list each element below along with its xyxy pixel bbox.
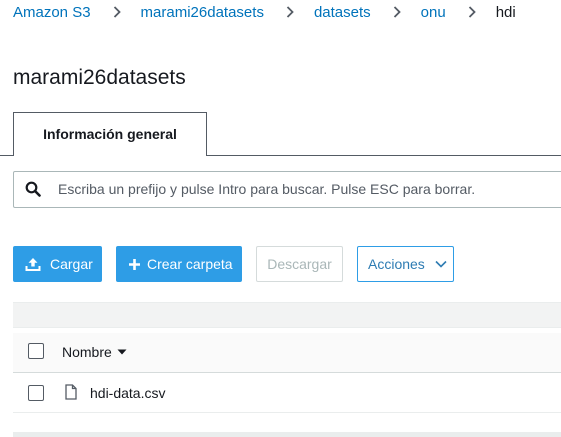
create-folder-button-label: Crear carpeta — [147, 256, 233, 272]
page-title: marami26datasets — [13, 66, 186, 89]
upload-icon — [25, 256, 41, 272]
chevron-right-icon — [393, 6, 401, 18]
file-name-link[interactable]: hdi-data.csv — [90, 385, 165, 401]
table-toolbar-band — [13, 302, 561, 328]
file-icon — [65, 384, 77, 400]
breadcrumb-link-datasets[interactable]: datasets — [314, 4, 371, 21]
chevron-right-icon — [113, 6, 121, 18]
breadcrumb-current: hdi — [495, 3, 516, 21]
breadcrumb: Amazon S3 marami26datasets datasets onu … — [13, 2, 516, 22]
create-folder-button[interactable]: Crear carpeta — [116, 246, 242, 282]
chevron-right-icon — [468, 6, 476, 18]
column-header-nombre[interactable]: Nombre — [62, 344, 127, 360]
breadcrumb-link-bucket[interactable]: marami26datasets — [141, 4, 264, 21]
column-header-label: Nombre — [62, 344, 112, 360]
tab-informacion-general[interactable]: Información general — [13, 112, 207, 156]
breadcrumb-link-onu[interactable]: onu — [421, 4, 446, 21]
search-icon — [25, 181, 41, 197]
row-checkbox[interactable] — [28, 385, 44, 401]
search-input[interactable] — [58, 177, 548, 201]
upload-button[interactable]: Cargar — [13, 246, 102, 282]
select-all-checkbox[interactable] — [28, 343, 44, 359]
table-footer-band — [13, 432, 561, 437]
chevron-down-icon — [435, 260, 447, 268]
chevron-right-icon — [286, 6, 294, 18]
breadcrumb-link-amazon-s3[interactable]: Amazon S3 — [13, 4, 91, 21]
actions-button-label: Acciones — [368, 256, 425, 272]
actions-dropdown-button[interactable]: Acciones — [357, 246, 454, 282]
sort-down-icon — [117, 349, 127, 355]
download-button[interactable]: Descargar — [256, 246, 343, 282]
plus-icon — [128, 258, 141, 271]
upload-button-label: Cargar — [50, 256, 93, 272]
